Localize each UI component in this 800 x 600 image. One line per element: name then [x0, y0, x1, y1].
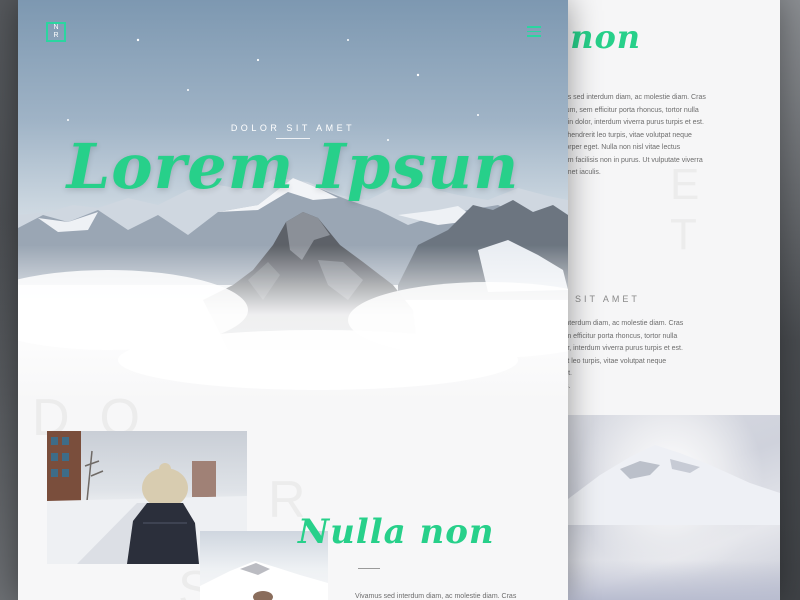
ghost-letters: E T	[670, 160, 728, 259]
para-line: ulis.	[558, 381, 748, 394]
front-page-preview: N R DOLOR SIT AMET Lorem Ipsun DO R S Nu…	[18, 0, 568, 600]
para-line: d interdum diam, ac molestie diam. Cras	[558, 320, 684, 327]
para-line: olor, interdum viverra purus turpis et e…	[558, 345, 683, 352]
para-line: mus sed interdum diam, ac molestie diam.…	[558, 94, 706, 101]
hero-section: N R DOLOR SIT AMET Lorem Ipsun	[18, 0, 568, 400]
para-line: ncorper eget. Nulla non nisl vitae lectu…	[558, 144, 681, 151]
para-line: sem efficitur porta rhoncus, tortor null…	[558, 332, 678, 340]
section-divider	[358, 568, 380, 569]
nyr-logo-icon[interactable]: N R	[46, 22, 66, 42]
para-line: ndum, sem efficitur porta rhoncus, torto…	[558, 106, 699, 114]
section-paragraph: Vivamus sed interdum diam, ac molestie d…	[355, 593, 517, 600]
para-line: tudin dolor, interdum viverra purus turp…	[558, 119, 704, 126]
para-line: lerit leo turpis, vitae volutpat neque	[558, 357, 667, 365]
para-line: gert.	[558, 368, 748, 381]
snow-slope-photo	[560, 415, 780, 600]
logo-letter: N	[53, 24, 59, 31]
hero-title: Lorem Ipsun	[66, 130, 520, 203]
section-title: Nulla non	[298, 512, 495, 552]
hamburger-menu-icon[interactable]	[527, 26, 541, 37]
para-line: us hendrerit leo turpis, vitae volutpat …	[558, 131, 692, 139]
logo-letter: R	[53, 32, 59, 39]
back-paragraph-2: d interdum diam, ac molestie diam. Cras …	[558, 318, 748, 393]
